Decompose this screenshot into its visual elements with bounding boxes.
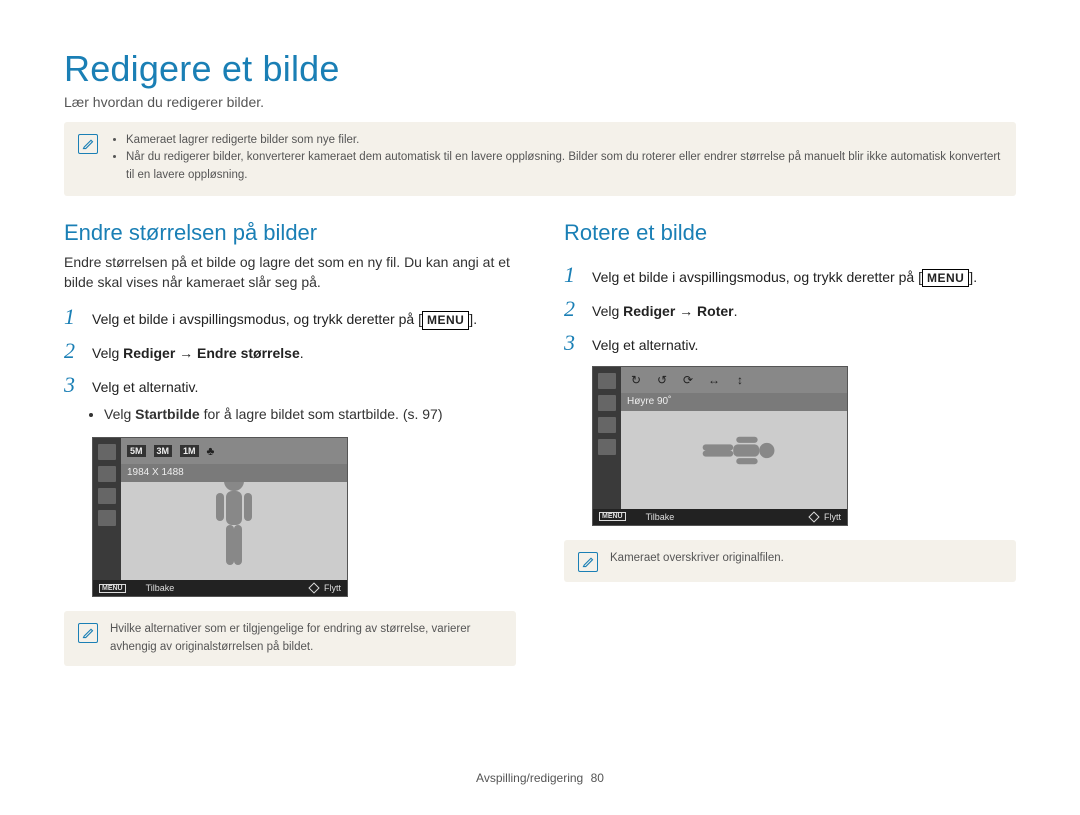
step-number: 1 xyxy=(564,264,582,286)
arrow-icon: → xyxy=(675,303,697,319)
ss-back-label: Tilbake xyxy=(146,583,175,593)
ss-rotate-label: Høyre 90˚ xyxy=(621,393,847,411)
ss-sidebar-icon xyxy=(98,466,116,482)
ss-back-label: Tilbake xyxy=(646,512,675,522)
step-text-part: . xyxy=(473,311,477,327)
ss-size-option: 1M xyxy=(180,445,199,457)
ss-toolbar: ↻ ↺ ⟳ ↔ ↕ xyxy=(621,367,847,393)
footer-section-label: Avspilling/redigering xyxy=(476,771,583,785)
page-title: Redigere et bilde xyxy=(64,48,1016,90)
ss-menu-icon: MENU xyxy=(99,584,126,593)
ss-size-option: 5M xyxy=(127,445,146,457)
page-subtitle: Lær hvordan du redigerer bilder. xyxy=(64,94,1016,110)
ss-sidebar-icon xyxy=(598,439,616,455)
person-silhouette-icon xyxy=(204,467,264,577)
section-title-resize: Endre størrelsen på bilder xyxy=(64,220,516,246)
ss-nav-icon xyxy=(808,511,819,522)
step-number: 2 xyxy=(564,298,582,320)
ss-sidebar-icon xyxy=(98,488,116,504)
step-text: Velg Rediger → Roter. xyxy=(592,298,738,322)
step-text: Velg et bilde i avspillingsmodus, og try… xyxy=(592,264,977,288)
person-silhouette-icon xyxy=(691,428,778,474)
step-bold: Roter xyxy=(697,303,734,319)
ss-sidebar-icon xyxy=(98,444,116,460)
ss-footer: MENU Tilbake Flytt xyxy=(93,580,347,596)
step-2: 2 Velg Rediger → Roter. xyxy=(564,298,1016,322)
footer-page-number: 80 xyxy=(591,771,604,785)
section-title-rotate: Rotere et bilde xyxy=(564,220,1016,246)
menu-button-box: MENU xyxy=(422,311,469,329)
sub-bullet-item: Velg Startbilde for å lagre bildet som s… xyxy=(104,404,516,425)
step-text-part: Velg xyxy=(92,345,123,361)
right-note-box: Kameraet overskriver originalfilen. xyxy=(564,540,1016,582)
flip-horizontal-icon: ↔ xyxy=(705,372,723,388)
ss-nav-icon xyxy=(308,583,319,594)
step-3: 3 Velg et alternativ. xyxy=(64,374,516,398)
ss-menu-icon: MENU xyxy=(599,512,626,521)
step-text-part: . xyxy=(973,269,977,285)
screenshot-rotate: ↻ ↺ ⟳ ↔ ↕ Høyre 90˚ MENU Tilbake Flytt xyxy=(592,366,848,526)
step-bold: Rediger xyxy=(623,303,675,319)
section-intro-resize: Endre størrelsen på et bilde og lagre de… xyxy=(64,252,516,293)
section-rotate: Rotere et bilde 1 Velg et bilde i avspil… xyxy=(564,220,1016,666)
section-resize: Endre størrelsen på bilder Endre størrel… xyxy=(64,220,516,666)
top-note-box: Kameraet lagrer redigerte bilder som nye… xyxy=(64,122,1016,196)
note-icon xyxy=(578,552,598,572)
step-text: Velg et alternativ. xyxy=(92,374,198,398)
ss-sidebar xyxy=(593,367,621,509)
ss-move-label: Flytt xyxy=(324,583,341,593)
step-text: Velg et alternativ. xyxy=(592,332,698,356)
ss-footer: MENU Tilbake Flytt xyxy=(593,509,847,525)
sub-bullet-text: for å lagre bildet som startbilde. (s. 9… xyxy=(200,406,443,422)
ss-move-label: Flytt xyxy=(824,512,841,522)
ss-startimage-icon: ♣ xyxy=(207,444,215,458)
step-text-part: Velg et bilde i avspillingsmodus, og try… xyxy=(92,311,418,327)
sub-bullet-bold: Startbilde xyxy=(135,406,200,422)
step-bold: Rediger xyxy=(123,345,175,361)
left-note-box: Hvilke alternativer som er tilgjengelige… xyxy=(64,611,516,666)
flip-vertical-icon: ↕ xyxy=(731,372,749,388)
ss-resolution-label: 1984 X 1488 xyxy=(121,464,347,482)
note-icon xyxy=(78,134,98,154)
step-1: 1 Velg et bilde i avspillingsmodus, og t… xyxy=(64,306,516,330)
step-text-part: . xyxy=(734,303,738,319)
step-number: 3 xyxy=(64,374,82,396)
sub-bullet-text: Velg xyxy=(104,406,135,422)
rotate-180-icon: ⟳ xyxy=(679,372,697,388)
ss-size-option: 3M xyxy=(154,445,173,457)
sub-bullet-list: Velg Startbilde for å lagre bildet som s… xyxy=(64,404,516,425)
step-1: 1 Velg et bilde i avspillingsmodus, og t… xyxy=(564,264,1016,288)
menu-button-box: MENU xyxy=(922,269,969,287)
step-text: Velg Rediger → Endre størrelse. xyxy=(92,340,304,364)
step-bold: Endre størrelse xyxy=(197,345,300,361)
ss-sidebar-icon xyxy=(98,510,116,526)
page-footer: Avspilling/redigering 80 xyxy=(0,771,1080,785)
step-number: 3 xyxy=(564,332,582,354)
ss-sidebar xyxy=(93,438,121,580)
ss-sidebar-icon xyxy=(598,395,616,411)
ss-sidebar-icon xyxy=(598,417,616,433)
step-number: 2 xyxy=(64,340,82,362)
step-text: Velg et bilde i avspillingsmodus, og try… xyxy=(92,306,477,330)
rotate-right-icon: ↻ xyxy=(627,372,645,388)
top-note-item: Når du redigerer bilder, konverterer kam… xyxy=(126,149,1002,184)
step-number: 1 xyxy=(64,306,82,328)
step-3: 3 Velg et alternativ. xyxy=(564,332,1016,356)
right-note-text: Kameraet overskriver originalfilen. xyxy=(610,550,784,567)
step-text-part: Velg et bilde i avspillingsmodus, og try… xyxy=(592,269,918,285)
ss-toolbar: 5M 3M 1M ♣ xyxy=(121,438,347,464)
screenshot-resize: 5M 3M 1M ♣ 1984 X 1488 MENU Tilbake Flyt… xyxy=(92,437,348,597)
top-note-item: Kameraet lagrer redigerte bilder som nye… xyxy=(126,132,1002,149)
ss-sidebar-icon xyxy=(598,373,616,389)
step-2: 2 Velg Rediger → Endre størrelse. xyxy=(64,340,516,364)
step-text-part: . xyxy=(300,345,304,361)
left-note-text: Hvilke alternativer som er tilgjengelige… xyxy=(110,621,502,656)
rotate-left-icon: ↺ xyxy=(653,372,671,388)
step-text-part: Velg xyxy=(592,303,623,319)
arrow-icon: → xyxy=(175,345,197,361)
top-note-list: Kameraet lagrer redigerte bilder som nye… xyxy=(110,132,1002,184)
note-icon xyxy=(78,623,98,643)
